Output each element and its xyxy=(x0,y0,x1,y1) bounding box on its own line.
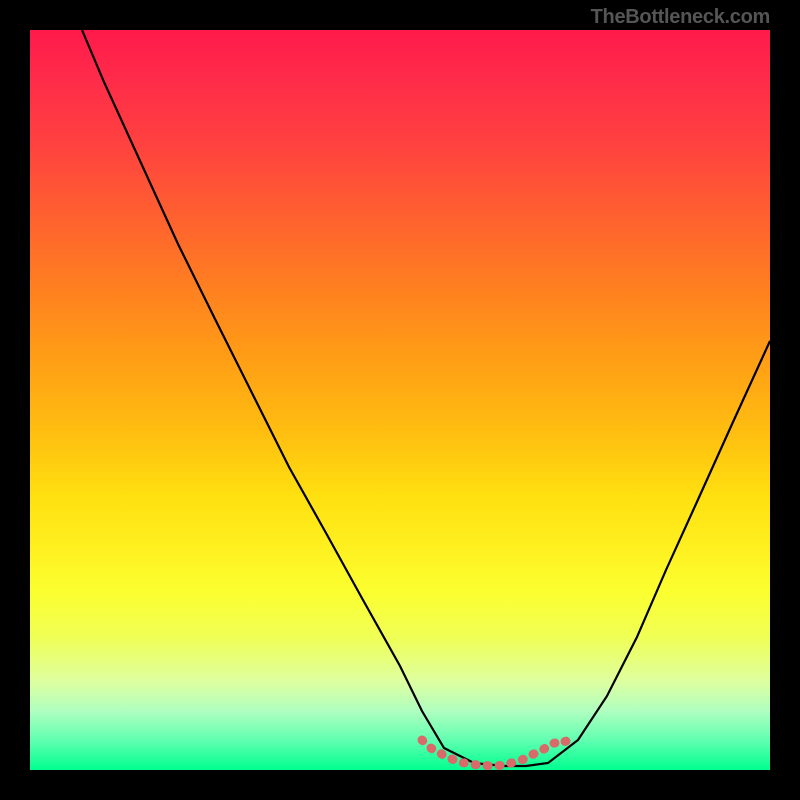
plot-area xyxy=(30,30,770,770)
bottleneck-curve-path xyxy=(82,30,770,766)
chart-container: TheBottleneck.com xyxy=(0,0,800,800)
attribution-label: TheBottleneck.com xyxy=(591,6,770,29)
curve-overlay xyxy=(30,30,770,770)
